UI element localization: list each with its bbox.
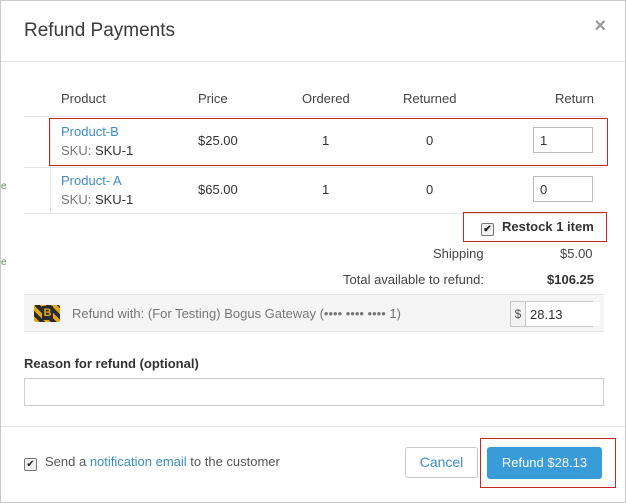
price-cell: $65.00 [198,182,238,197]
ordered-cell: 1 [322,133,330,148]
restock-checkbox-row[interactable]: ✔ Restock 1 item [481,219,594,236]
product-link[interactable]: Product-B [61,124,133,139]
table-row: Product-B SKU: SKU-1 [61,124,133,158]
sku-label: SKU: [61,143,92,158]
shipping-label: Shipping [433,246,484,261]
background-fragment: e [1,257,7,268]
reason-input[interactable] [24,378,604,406]
cancel-button[interactable]: Cancel [405,447,478,478]
row-divider [24,116,604,117]
sku-label: SKU: [61,192,92,207]
checkbox-icon[interactable]: ✔ [481,223,494,236]
total-value: $106.25 [547,272,594,287]
total-label: Total available to refund: [343,272,484,287]
price-cell: $25.00 [198,133,238,148]
column-header-returned: Returned [403,91,457,106]
footer-divider [1,426,625,427]
notify-suffix: to the customer [186,454,280,469]
dialog-title: Refund Payments [24,20,176,41]
refund-dialog: e e Refund Payments × Product Price Orde… [0,0,626,503]
return-quantity-input[interactable] [533,176,593,202]
gateway-icon-letter: B [42,306,53,320]
returned-cell: 0 [426,133,434,148]
reason-label: Reason for refund (optional) [24,356,199,371]
column-header-price: Price [198,91,228,106]
shipping-value: $5.00 [560,246,593,261]
sku-value: SKU-1 [94,192,134,207]
row-divider [24,167,604,168]
product-link[interactable]: Product- A [61,173,133,188]
column-header-ordered: Ordered [302,91,350,106]
dialog-header: Refund Payments × [1,1,625,62]
currency-prefix: $ [511,302,526,326]
column-header-product: Product [61,91,106,106]
returned-cell: 0 [426,182,434,197]
refund-amount-input[interactable] [526,302,600,326]
refund-gateway-bar: B Refund with: (For Testing) Bogus Gatew… [24,294,604,332]
table-row: Product- A SKU: SKU-1 [61,173,133,207]
refund-button[interactable]: Refund $28.13 [487,447,602,479]
refund-amount-field: $ [510,301,600,327]
sku-line: SKU: SKU-1 [61,192,133,207]
notification-email-link[interactable]: notification email [90,454,187,469]
notification-checkbox-row[interactable]: ✔ Send a notification email to the custom… [24,454,280,471]
sku-line: SKU: SKU-1 [61,143,133,158]
notify-prefix: Send a [45,454,90,469]
ordered-cell: 1 [322,182,330,197]
gateway-text: Refund with: (For Testing) Bogus Gateway… [72,306,401,321]
close-icon[interactable]: × [594,15,606,38]
restock-label: Restock 1 item [502,219,594,234]
return-quantity-input[interactable] [533,127,593,153]
sku-value: SKU-1 [94,143,134,158]
column-header-return: Return [555,91,595,106]
checkbox-icon[interactable]: ✔ [24,458,37,471]
background-fragment: e [1,181,7,192]
bogus-gateway-icon: B [34,305,60,322]
